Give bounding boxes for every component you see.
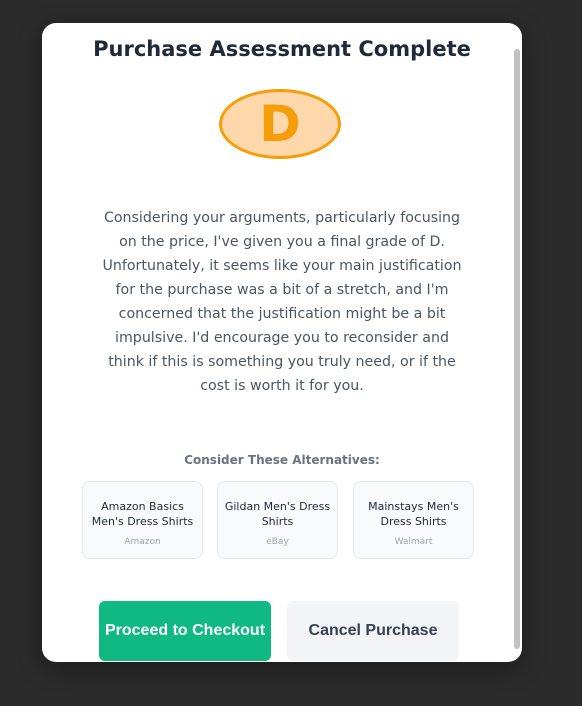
proceed-to-checkout-button[interactable]: Proceed to Checkout — [99, 601, 271, 661]
alternative-card-amazon[interactable]: Amazon Basics Men's Dress Shirts Amazon — [82, 481, 203, 559]
alternative-card-ebay[interactable]: Gildan Men's Dress Shirts eBay — [217, 481, 338, 559]
cancel-purchase-button[interactable]: Cancel Purchase — [287, 601, 459, 661]
assessment-text: Considering your arguments, particularly… — [102, 210, 462, 394]
grade-badge: D — [219, 89, 341, 159]
alternative-source: Amazon — [124, 537, 161, 547]
modal-title: Purchase Assessment Complete — [93, 37, 471, 61]
assessment-modal: Purchase Assessment Complete D Consideri… — [42, 23, 522, 662]
alternative-name: Mainstays Men's Dress Shirts — [368, 500, 459, 528]
alternative-source: Walmart — [394, 537, 433, 547]
alternatives-heading: Consider These Alternatives: — [184, 453, 380, 467]
modal-scrollbar[interactable] — [514, 49, 520, 649]
alternative-card-walmart[interactable]: Mainstays Men's Dress Shirts Walmart — [353, 481, 474, 559]
alternative-name: Amazon Basics Men's Dress Shirts — [91, 500, 194, 528]
alternative-name: Gildan Men's Dress Shirts — [224, 500, 331, 528]
proceed-button-label: Proceed to Checkout — [104, 622, 266, 639]
grade-letter: D — [259, 95, 301, 153]
alternative-source: eBay — [266, 537, 289, 547]
cancel-button-label: Cancel Purchase — [308, 622, 438, 639]
